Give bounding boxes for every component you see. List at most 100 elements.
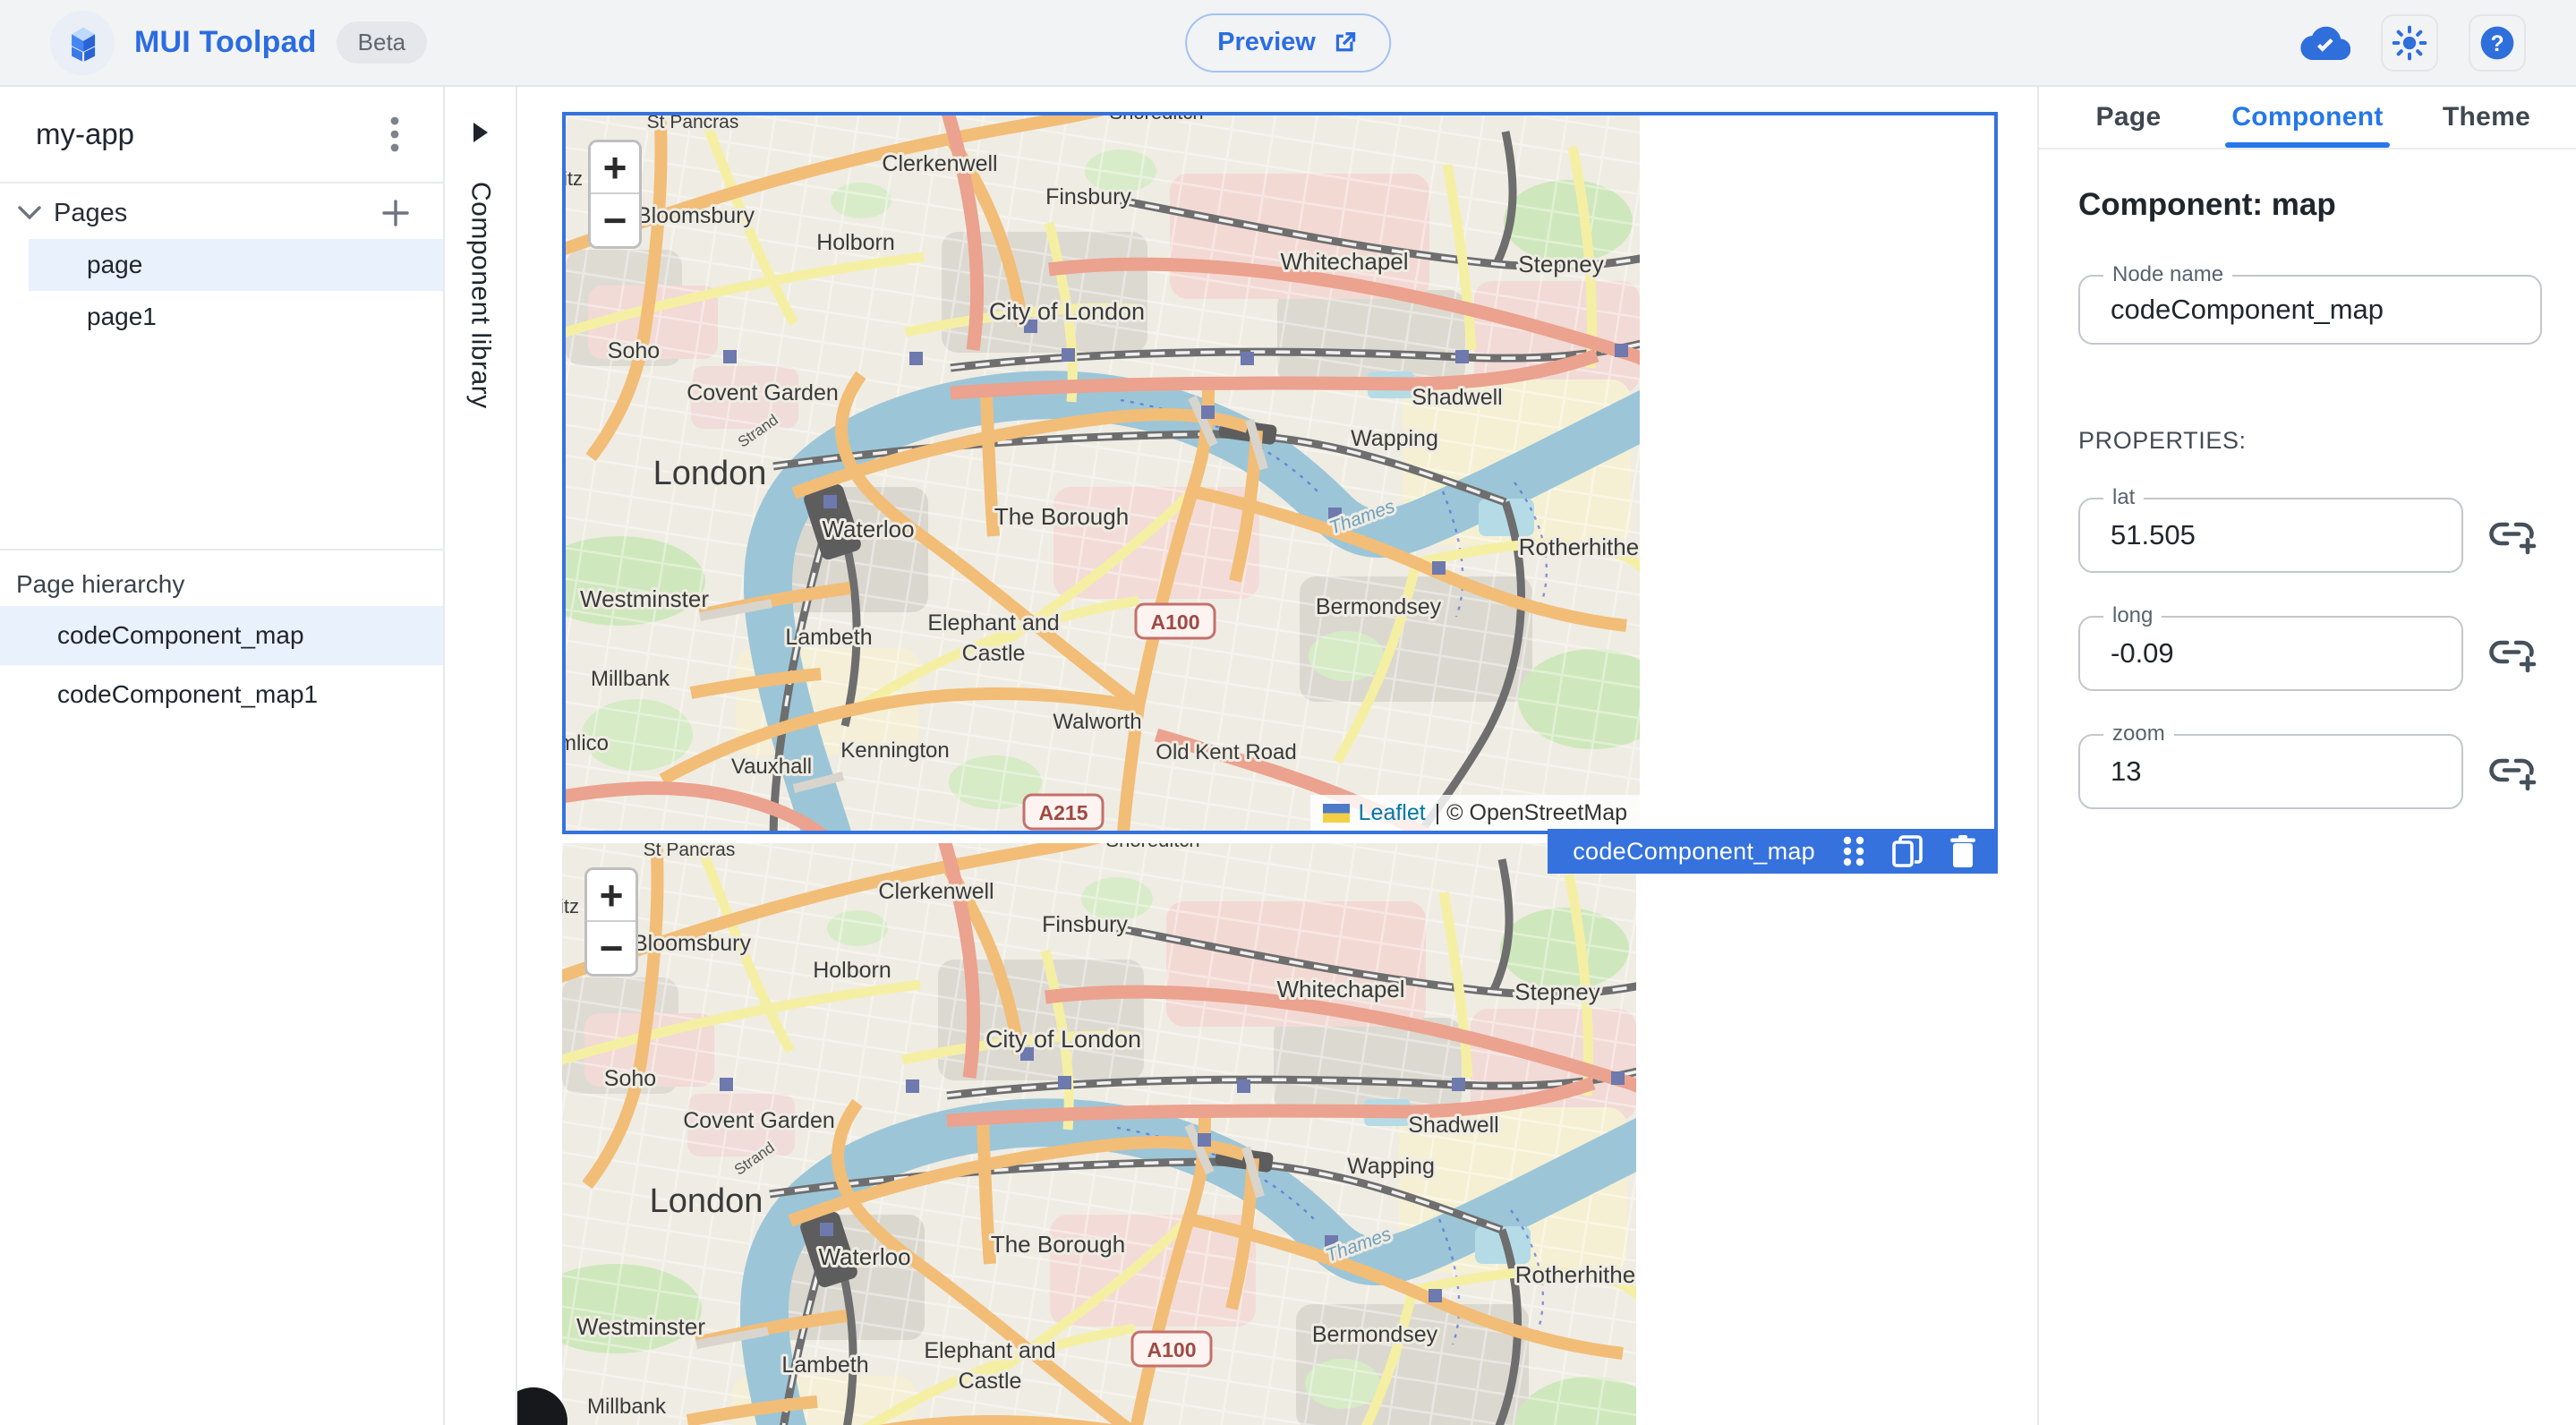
preview-button-label: Preview bbox=[1217, 28, 1316, 56]
map-label: City of London bbox=[989, 298, 1145, 325]
map-label: Lambeth bbox=[781, 1352, 868, 1378]
lat-value[interactable]: 51.505 bbox=[2080, 499, 2461, 571]
leaflet-map-1[interactable]: St Pancras Shoreditch itz Clerkenwell Finsbu… bbox=[566, 115, 1640, 831]
map-label: Bermondsey bbox=[1312, 1322, 1438, 1347]
map-label: City of London bbox=[985, 1026, 1141, 1053]
map-label: Holborn bbox=[816, 230, 895, 255]
map-label: Finsbury bbox=[1042, 912, 1128, 937]
node-name-label: Node name bbox=[2103, 262, 2233, 287]
map-component-2[interactable]: St Pancras Shoreditch itz Clerkenwell Finsbu… bbox=[562, 843, 1636, 1425]
map2-zoom-control: + − bbox=[584, 867, 638, 977]
map-label: itz bbox=[562, 895, 579, 917]
chevron-down-icon bbox=[18, 206, 41, 220]
long-value[interactable]: -0.09 bbox=[2080, 618, 2461, 689]
kebab-menu-icon bbox=[390, 116, 399, 152]
lat-label: lat bbox=[2103, 485, 2145, 510]
mui-toolpad-logo-icon bbox=[50, 10, 115, 75]
zoom-bind-button[interactable] bbox=[2488, 752, 2537, 791]
add-binding-icon bbox=[2489, 640, 2537, 673]
map-label: Covent Garden bbox=[683, 1108, 835, 1133]
editor-canvas[interactable]: St Pancras Shoreditch itz Clerkenwell Finsbu… bbox=[517, 87, 2037, 1425]
pages-spacer bbox=[0, 343, 443, 549]
sidebar-item-page1[interactable]: page1 bbox=[0, 291, 443, 343]
tab-component[interactable]: Component bbox=[2218, 87, 2397, 148]
map2-zoom-in-button[interactable]: + bbox=[587, 870, 635, 922]
pages-section-label: Pages bbox=[54, 198, 128, 227]
cloud-saved-icon bbox=[2300, 24, 2350, 62]
map-label: St Pancras bbox=[647, 115, 739, 132]
map-label: Stepney bbox=[1518, 251, 1603, 277]
drag-handle-icon[interactable] bbox=[1842, 835, 1865, 867]
properties-title: PROPERTIES: bbox=[2078, 427, 2247, 454]
map-attribution: Leaflet | © OpenStreetMap bbox=[1309, 795, 1640, 831]
app-title: MUI Toolpad bbox=[134, 25, 317, 59]
zoom-label: zoom bbox=[2103, 721, 2174, 747]
map-label: Soho bbox=[604, 1066, 656, 1091]
svg-text:A100: A100 bbox=[1147, 1338, 1197, 1361]
map-label: Kennington bbox=[840, 738, 949, 763]
hierarchy-item-codeComponent_map1[interactable]: codeComponent_map1 bbox=[0, 665, 443, 724]
long-bind-button[interactable] bbox=[2488, 634, 2537, 673]
zoom-value[interactable]: 13 bbox=[2080, 736, 2461, 807]
preview-button[interactable]: Preview bbox=[1185, 13, 1391, 73]
pages-section-header[interactable]: Pages bbox=[0, 187, 443, 239]
component-library-strip[interactable]: Component library bbox=[445, 87, 517, 1425]
app-menu-button[interactable] bbox=[373, 113, 416, 156]
map-label: Finsbury bbox=[1045, 184, 1131, 209]
lat-field[interactable]: lat 51.505 bbox=[2078, 485, 2463, 573]
plus-icon bbox=[382, 200, 409, 226]
map-label: Millbank bbox=[587, 1395, 667, 1419]
map-label: Whitechapel bbox=[1280, 248, 1408, 275]
tab-theme[interactable]: Theme bbox=[2397, 87, 2576, 148]
map-zoom-control: + − bbox=[588, 140, 642, 249]
add-binding-icon bbox=[2489, 522, 2537, 555]
map-label: Old Kent Road bbox=[1156, 740, 1296, 764]
delete-icon[interactable] bbox=[1949, 835, 1976, 867]
help-icon: ? bbox=[2480, 26, 2514, 59]
map-label: St Pancras bbox=[644, 843, 736, 860]
map-label: The Borough bbox=[991, 1231, 1125, 1258]
expand-right-icon bbox=[473, 123, 488, 142]
map-label: itz bbox=[566, 167, 583, 190]
inspector-panel: Page Component Theme Component: map Node… bbox=[2037, 87, 2576, 1425]
map2-zoom-out-button[interactable]: − bbox=[587, 922, 635, 974]
sun-icon bbox=[2392, 25, 2427, 60]
map-component-selected[interactable]: St Pancras Shoreditch itz Clerkenwell Finsbu… bbox=[562, 112, 1998, 874]
lat-bind-button[interactable] bbox=[2488, 516, 2537, 555]
dev-overlay-badge[interactable] bbox=[517, 1387, 567, 1425]
osm-tiles: St Pancras Shoreditch itz Clerkenwell Finsbu… bbox=[562, 843, 1636, 1425]
map-label: Holborn bbox=[813, 958, 891, 983]
map-label: Walworth bbox=[1053, 710, 1141, 734]
sidebar-item-page[interactable]: page bbox=[29, 239, 443, 291]
hierarchy-item-codeComponent_map[interactable]: codeComponent_map bbox=[0, 606, 443, 665]
map-label: Elephant and bbox=[924, 1338, 1055, 1363]
map-label: Covent Garden bbox=[687, 380, 839, 405]
duplicate-icon[interactable] bbox=[1892, 835, 1923, 867]
zoom-in-button[interactable]: + bbox=[591, 142, 639, 194]
zoom-field[interactable]: zoom 13 bbox=[2078, 721, 2463, 809]
help-button[interactable]: ? bbox=[2469, 13, 2526, 72]
map-label: Bermondsey bbox=[1316, 594, 1442, 619]
tab-page[interactable]: Page bbox=[2039, 87, 2218, 148]
leaflet-map-2[interactable]: St Pancras Shoreditch itz Clerkenwell Finsbu… bbox=[562, 843, 1636, 1425]
road-badge: A100 bbox=[1134, 602, 1216, 640]
map-label: Lambeth bbox=[785, 625, 872, 650]
long-field[interactable]: long -0.09 bbox=[2078, 603, 2463, 691]
road-badge: A100 bbox=[1130, 1330, 1213, 1368]
map-label: Vauxhall bbox=[731, 755, 812, 779]
theme-toggle-button[interactable] bbox=[2381, 13, 2438, 72]
node-name-field[interactable]: Node name codeComponent_map bbox=[2078, 262, 2542, 345]
inspector-tabs: Page Component Theme bbox=[2039, 87, 2576, 148]
svg-text:A100: A100 bbox=[1151, 610, 1200, 634]
leaflet-link[interactable]: Leaflet bbox=[1359, 800, 1426, 826]
map-label: Stepney bbox=[1514, 978, 1599, 1005]
header-actions: ? bbox=[2300, 13, 2576, 72]
add-page-button[interactable] bbox=[375, 192, 416, 234]
road-badge: A215 bbox=[1022, 793, 1105, 831]
map-label: Shoreditch bbox=[1109, 115, 1203, 124]
main-area: my-app Pages page page1 Page hierarchy c… bbox=[0, 87, 2576, 1425]
app-name: my-app bbox=[36, 117, 135, 150]
map-label: Castle bbox=[962, 641, 1026, 666]
long-label: long bbox=[2103, 603, 2162, 628]
zoom-out-button[interactable]: − bbox=[591, 194, 639, 246]
